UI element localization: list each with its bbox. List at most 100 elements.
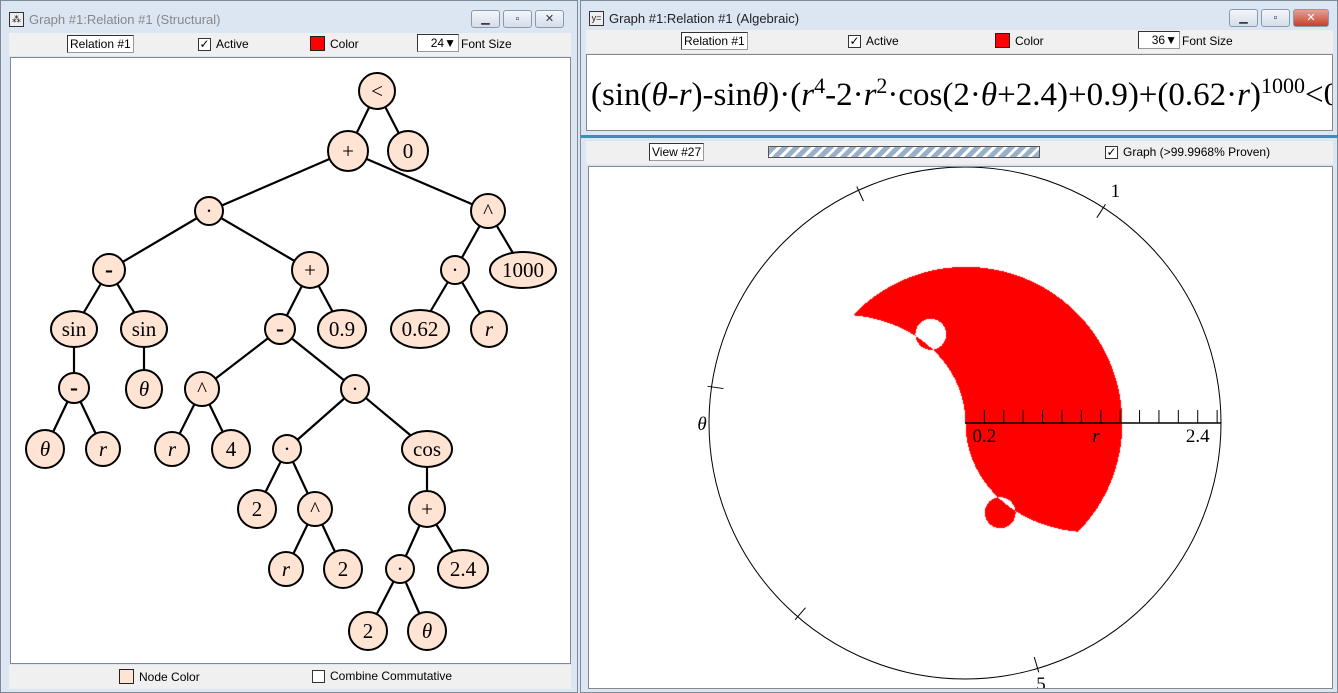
graph-checkbox[interactable]: ✓ Graph (>99.9968% Proven) <box>1105 145 1270 159</box>
tree-node[interactable]: < <box>358 72 396 110</box>
splitter[interactable] <box>581 135 1338 138</box>
node-label: · <box>284 437 291 461</box>
window-title: Graph #1:Relation #1 (Structural) <box>29 11 221 27</box>
tree-node[interactable]: - <box>92 253 126 287</box>
tree-node[interactable]: 0.9 <box>317 309 367 349</box>
node-label: ^ <box>310 497 320 521</box>
tree-node[interactable]: θ <box>407 611 447 651</box>
node-label: · <box>352 377 359 401</box>
font-size-value: 24 <box>430 36 445 50</box>
tree-node[interactable]: · <box>440 255 470 285</box>
tree-node[interactable]: 4 <box>211 429 251 469</box>
active-checkbox[interactable]: ✓ Active <box>848 34 899 48</box>
theta-tick-label: 1 <box>1111 181 1121 202</box>
maximize-button[interactable]: ▫ <box>1261 9 1290 27</box>
minimize-button[interactable]: ▁ <box>471 10 500 28</box>
node-label: 2 <box>363 619 374 643</box>
tree-node[interactable]: r <box>268 551 304 587</box>
tree-node[interactable]: 1000 <box>489 251 557 289</box>
formula-exponent: 4 <box>814 73 826 98</box>
tree-node[interactable]: + <box>327 130 369 172</box>
color-button[interactable]: Color <box>995 33 1044 48</box>
relation-name-field[interactable]: Relation #1 <box>681 32 748 50</box>
close-button[interactable]: ✕ <box>1293 9 1329 27</box>
minimize-button[interactable]: ▁ <box>1229 9 1258 27</box>
node-label: cos <box>413 437 441 461</box>
maximize-button[interactable]: ▫ <box>503 10 532 28</box>
tree-node[interactable]: 0 <box>387 130 429 172</box>
theta-tick <box>1033 656 1040 673</box>
tree-node[interactable]: r <box>85 431 121 467</box>
tree-node[interactable]: 2 <box>348 611 388 651</box>
structural-window: ⁂ Graph #1:Relation #1 (Structural) ▁ ▫ ✕ R… <box>0 0 578 693</box>
tree-node[interactable]: 2 <box>323 549 363 589</box>
color-button[interactable]: Color <box>310 36 359 51</box>
tree-node[interactable]: ^ <box>184 371 220 407</box>
formula-part: r <box>863 77 877 113</box>
node-label: · <box>206 199 213 223</box>
relation-name-field[interactable]: Relation #1 <box>67 35 134 53</box>
active-checkbox[interactable]: ✓ Active <box>198 37 249 51</box>
tree-node[interactable]: sin <box>50 310 98 348</box>
r-axis-label: r <box>1092 426 1100 447</box>
check-icon: ✓ <box>198 36 211 51</box>
combine-commutative-checkbox[interactable]: Combine Commutative <box>312 669 452 683</box>
formula-exponent: 2 <box>876 73 888 98</box>
node-label: + <box>421 497 433 521</box>
tree-node[interactable]: - <box>264 313 296 345</box>
formula-panel[interactable]: (sin(θ-r)-sinθ)·(r4-2·r2·cos(2·θ+2.4)+0.… <box>586 54 1333 131</box>
tree-node[interactable]: θ <box>125 369 163 409</box>
expression-tree: < + 0 · ^ - + · 1000 sin sin - 0.9 0.62 r - θ ^ · θ r r 4 · cos 2… <box>25 72 557 651</box>
tree-node[interactable]: · <box>385 554 415 584</box>
color-label: Color <box>1015 33 1044 48</box>
tree-node[interactable]: - <box>58 372 90 404</box>
formula-part: r <box>678 77 692 113</box>
tree-node[interactable]: θ <box>25 429 65 469</box>
title-bar: y= Graph #1:Relation #1 (Algebraic) <box>589 8 799 28</box>
formula-part: - <box>667 77 679 113</box>
node-label: + <box>304 258 316 282</box>
tree-node[interactable]: r <box>154 431 190 467</box>
font-size-label: Font Size <box>1182 34 1233 48</box>
node-label: - <box>276 316 284 342</box>
tree-node[interactable]: 0.62 <box>390 309 450 349</box>
node-label: - <box>105 257 113 283</box>
formula-part: θ <box>752 77 769 113</box>
node-label: sin <box>132 317 157 341</box>
tree-node[interactable]: · <box>194 196 224 226</box>
tree-node[interactable]: + <box>408 490 446 528</box>
tree-edge <box>208 149 349 213</box>
tree-node[interactable]: r <box>470 310 508 348</box>
font-size-value: 36 <box>1151 33 1166 47</box>
tree-node[interactable]: 2.4 <box>437 549 489 589</box>
tree-node[interactable]: + <box>291 251 329 289</box>
tree-node[interactable]: · <box>340 374 370 404</box>
view-name-field[interactable]: View #27 <box>649 143 705 161</box>
tree-node[interactable]: 2 <box>237 489 277 529</box>
tree-node[interactable]: · <box>272 434 302 464</box>
formula-part: +2.4)+0.9)+(0.62· <box>997 77 1238 113</box>
node-label: 1000 <box>502 258 544 282</box>
node-color-button[interactable]: Node Color <box>119 669 200 684</box>
node-label: r <box>99 437 108 461</box>
font-size-dropdown[interactable]: 24▼ <box>417 34 459 52</box>
tree-node[interactable]: ^ <box>297 491 333 527</box>
node-color-label: Node Color <box>139 669 200 684</box>
polar-axes: 0.2 2.4 r 1 5 θ <box>697 167 1222 688</box>
close-button[interactable]: ✕ <box>535 10 564 28</box>
node-label: r <box>485 317 494 341</box>
node-label: 2 <box>252 497 263 521</box>
graph-panel[interactable]: 0.2 2.4 r 1 5 θ <box>588 166 1333 689</box>
formula-part: θ <box>651 77 668 113</box>
node-label: r <box>168 437 177 461</box>
tree-node[interactable]: sin <box>120 310 168 348</box>
tree-node[interactable]: cos <box>401 430 453 468</box>
color-label: Color <box>330 36 359 51</box>
font-size-dropdown[interactable]: 36▼ <box>1138 31 1180 49</box>
theta-tick <box>707 385 724 390</box>
tree-node[interactable]: ^ <box>470 193 506 229</box>
node-label: · <box>452 258 459 282</box>
formula-part: ·cos(2· <box>887 77 981 113</box>
formula: (sin(θ-r)-sinθ)·(r4-2·r2·cos(2·θ+2.4)+0.… <box>591 73 1332 114</box>
dropdown-arrow-icon: ▼ <box>444 36 456 50</box>
